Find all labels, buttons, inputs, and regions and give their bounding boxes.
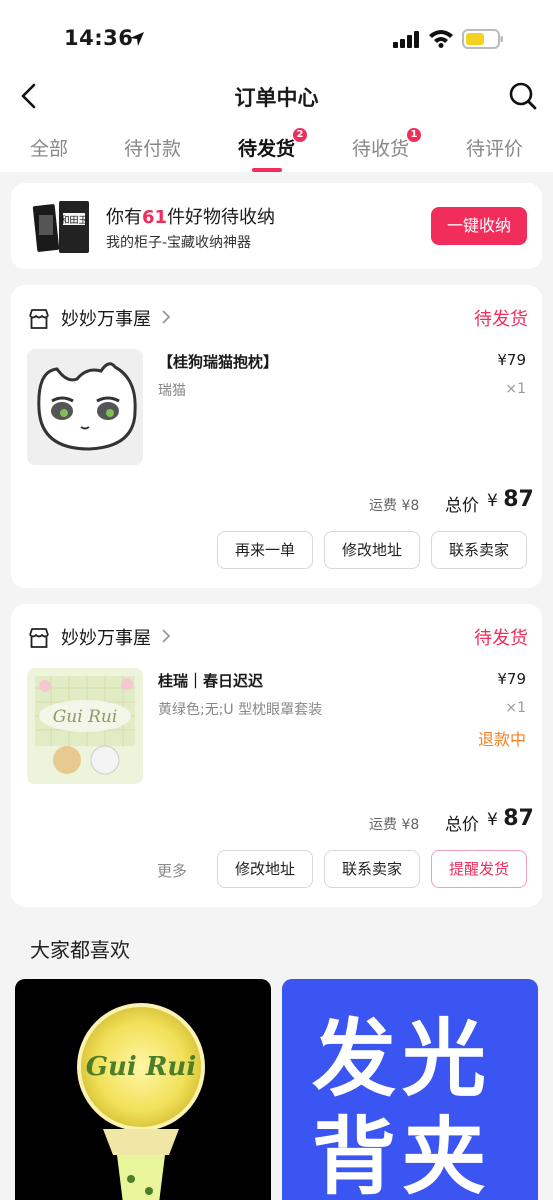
tab-pending-review[interactable]: 待评价	[466, 134, 523, 161]
tab-label: 待评价	[466, 138, 524, 160]
page-title: 订单中心	[234, 86, 319, 110]
shipping-fee: 运费 ¥8	[369, 498, 420, 514]
refund-status[interactable]: 退款中	[478, 726, 526, 750]
product-quantity: ×1	[505, 700, 526, 716]
cat-pillow-image	[27, 349, 143, 465]
status-bar: 14:36	[0, 0, 553, 80]
tab-all[interactable]: 全部	[30, 134, 68, 161]
promo-suffix: 件好物待收纳	[167, 207, 276, 228]
shop-icon	[29, 309, 49, 329]
promo-prefix: 你有	[106, 207, 142, 228]
cellular-signal-icon	[393, 31, 419, 48]
collection-thumbnail: 和田玉	[31, 195, 93, 259]
active-tab-indicator	[252, 168, 282, 172]
shop-name[interactable]: 妙妙万事屋	[61, 305, 151, 331]
product-price: ¥79	[497, 670, 526, 688]
product-spec: 黄绿色;无;U 型枕眼罩套装	[158, 702, 323, 718]
order-tabs: 全部 待付款 待发货 2 待收货 1 待评价	[0, 128, 553, 172]
order-status: 待发货	[474, 309, 528, 330]
order-status: 待发货	[474, 628, 528, 649]
chevron-right-icon[interactable]	[161, 628, 171, 644]
total-price: ¥ 87	[487, 487, 534, 512]
promo-count: 61	[142, 207, 168, 228]
tab-pending-payment[interactable]: 待付款	[124, 134, 181, 161]
tab-label: 待发货	[238, 138, 296, 160]
tab-badge: 2	[293, 128, 308, 142]
total-price: ¥ 87	[487, 806, 534, 831]
tab-label: 待收货	[352, 138, 410, 160]
remind-shipment-button[interactable]: 提醒发货	[431, 850, 527, 888]
promo-headline: 你有61件好物待收纳	[106, 203, 275, 229]
shop-name[interactable]: 妙妙万事屋	[61, 624, 151, 650]
order-card[interactable]: 妙妙万事屋 待发货 【桂狗瑞猫抱枕】 瑞猫 ¥79 ×1 运费 ¥8 总价 ¥ …	[11, 285, 542, 588]
product-image[interactable]	[27, 349, 143, 465]
tab-label: 待付款	[124, 138, 182, 160]
total-amount: 87	[503, 806, 534, 831]
product-spec: 瑞猫	[158, 383, 186, 399]
recommend-item-lightstick[interactable]: Gui Rui	[15, 979, 271, 1200]
product-quantity: ×1	[505, 381, 526, 397]
storage-promo-banner[interactable]: 和田玉 你有61件好物待收纳 我的柜子-宝藏收纳神器 一键收纳	[11, 183, 542, 269]
recommend-item-glowing-clip[interactable]: 发光 背夹	[282, 979, 538, 1200]
thumb-text: 和田玉	[60, 215, 87, 226]
wifi-icon	[429, 30, 453, 48]
tab-pending-receipt[interactable]: 待收货 1	[352, 128, 422, 161]
product-image[interactable]: Gui Rui	[27, 668, 143, 784]
buy-again-button[interactable]: 再来一单	[217, 531, 313, 569]
order-card[interactable]: 妙妙万事屋 待发货 Gui Rui 桂瑞｜春日迟迟 黄绿色;无;U 型枕眼罩套装…	[11, 604, 542, 907]
promo-big-text: 发光	[312, 1010, 493, 1108]
tab-badge: 1	[407, 128, 422, 142]
promo-subtitle: 我的柜子-宝藏收纳神器	[106, 235, 252, 251]
contact-seller-button[interactable]: 联系卖家	[324, 850, 420, 888]
total-label: 总价	[445, 496, 479, 516]
total-label: 总价	[445, 815, 479, 835]
nav-bar: 订单中心	[0, 72, 553, 120]
image-text: Gui Rui	[53, 707, 118, 727]
currency-symbol: ¥	[487, 491, 498, 511]
change-address-button[interactable]: 修改地址	[217, 850, 313, 888]
search-icon[interactable]	[507, 80, 539, 112]
spring-set-image: Gui Rui	[27, 668, 143, 784]
battery-low-power-icon	[462, 29, 503, 49]
promo-big-text: 背夹	[312, 1108, 493, 1200]
change-address-button[interactable]: 修改地址	[324, 531, 420, 569]
product-title[interactable]: 桂瑞｜春日迟迟	[158, 670, 263, 691]
location-arrow-icon	[130, 32, 144, 46]
lightstick-text: Gui Rui	[86, 1052, 196, 1082]
total-amount: 87	[503, 487, 534, 512]
chevron-right-icon[interactable]	[161, 309, 171, 325]
shop-icon	[29, 628, 49, 648]
product-title[interactable]: 【桂狗瑞猫抱枕】	[158, 351, 278, 372]
product-price: ¥79	[497, 351, 526, 369]
recommend-section-title: 大家都喜欢	[30, 938, 130, 962]
shipping-fee: 运费 ¥8	[369, 817, 420, 833]
status-time: 14:36	[64, 26, 134, 50]
header-area: 14:36 订单中心 全部 待付款 待发货 2 待收货 1 待评价	[0, 0, 553, 172]
contact-seller-button[interactable]: 联系卖家	[431, 531, 527, 569]
currency-symbol: ¥	[487, 810, 498, 830]
more-button[interactable]: 更多	[157, 860, 187, 881]
lightstick-image: Gui Rui	[77, 1003, 205, 1200]
tab-label: 全部	[30, 138, 69, 160]
one-click-store-button[interactable]: 一键收纳	[431, 207, 527, 245]
tab-pending-shipment[interactable]: 待发货 2	[238, 128, 308, 161]
